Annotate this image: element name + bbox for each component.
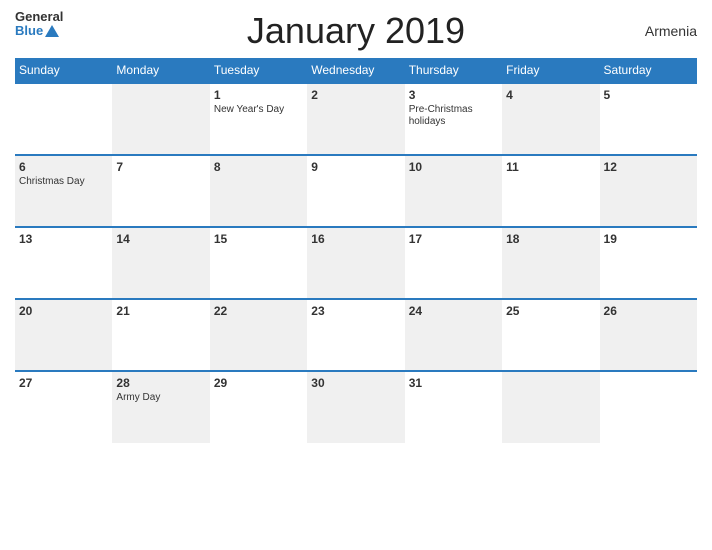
logo-blue-text: Blue — [15, 24, 43, 38]
header-monday: Monday — [112, 58, 209, 83]
day-event: Pre-Christmas holidays — [409, 104, 498, 128]
calendar-day-cell: 15 — [210, 227, 307, 299]
calendar-day-cell: 20 — [15, 299, 112, 371]
calendar-day-cell — [112, 83, 209, 155]
calendar-day-cell: 19 — [600, 227, 697, 299]
day-number: 12 — [604, 160, 693, 174]
calendar-week-row: 1 New Year's Day 23 Pre-Christmas holidays 4… — [15, 83, 697, 155]
calendar-day-cell: 31 — [405, 371, 502, 443]
calendar-day-cell: 1 New Year's Day — [210, 83, 307, 155]
calendar-day-cell: 21 — [112, 299, 209, 371]
day-number: 9 — [311, 160, 400, 174]
day-number: 4 — [506, 88, 595, 102]
calendar-day-cell: 11 — [502, 155, 599, 227]
day-number: 15 — [214, 232, 303, 246]
calendar-day-cell: 4 — [502, 83, 599, 155]
calendar-body: 1 New Year's Day 23 Pre-Christmas holidays 4… — [15, 83, 697, 443]
month-title: January 2019 — [247, 10, 465, 52]
day-number: 29 — [214, 376, 303, 390]
calendar-day-cell: 26 — [600, 299, 697, 371]
day-number: 6 — [19, 160, 108, 174]
calendar-day-cell: 23 — [307, 299, 404, 371]
day-number: 1 — [214, 88, 303, 102]
calendar-day-cell: 8 — [210, 155, 307, 227]
header-tuesday: Tuesday — [210, 58, 307, 83]
calendar-header: General Blue January 2019 Armenia — [15, 10, 697, 52]
day-number: 24 — [409, 304, 498, 318]
calendar-day-cell: 5 — [600, 83, 697, 155]
calendar-week-row: 6 Christmas Day 789 10 11 12 — [15, 155, 697, 227]
day-number: 23 — [311, 304, 400, 318]
calendar-day-cell: 16 — [307, 227, 404, 299]
day-number: 27 — [19, 376, 108, 390]
calendar-day-cell: 7 — [112, 155, 209, 227]
calendar-day-cell: 2 — [307, 83, 404, 155]
day-number: 26 — [604, 304, 693, 318]
header-thursday: Thursday — [405, 58, 502, 83]
calendar-day-cell: 27 — [15, 371, 112, 443]
day-number: 18 — [506, 232, 595, 246]
calendar-day-cell: 9 — [307, 155, 404, 227]
day-number: 8 — [214, 160, 303, 174]
header-friday: Friday — [502, 58, 599, 83]
header-sunday: Sunday — [15, 58, 112, 83]
calendar-day-cell: 12 — [600, 155, 697, 227]
calendar-day-cell: 14 — [112, 227, 209, 299]
calendar-day-cell: 30 — [307, 371, 404, 443]
calendar-day-cell — [15, 83, 112, 155]
day-number: 17 — [409, 232, 498, 246]
calendar-week-row: 27 28 Army Day 29 30 31 — [15, 371, 697, 443]
day-number: 30 — [311, 376, 400, 390]
calendar-wrapper: General Blue January 2019 Armenia Sunday… — [0, 0, 712, 550]
calendar-day-cell: 17 — [405, 227, 502, 299]
day-number: 28 — [116, 376, 205, 390]
logo-triangle-icon — [45, 25, 59, 37]
logo: General Blue — [15, 10, 63, 39]
day-number: 7 — [116, 160, 205, 174]
header-wednesday: Wednesday — [307, 58, 404, 83]
calendar-day-cell: 25 — [502, 299, 599, 371]
logo-general-text: General — [15, 10, 63, 24]
calendar-day-cell: 10 — [405, 155, 502, 227]
day-event: New Year's Day — [214, 104, 303, 116]
day-number: 13 — [19, 232, 108, 246]
calendar-day-cell: 22 — [210, 299, 307, 371]
calendar-day-cell — [502, 371, 599, 443]
weekday-header-row: Sunday Monday Tuesday Wednesday Thursday… — [15, 58, 697, 83]
day-number: 20 — [19, 304, 108, 318]
day-number: 3 — [409, 88, 498, 102]
day-number: 16 — [311, 232, 400, 246]
day-number: 21 — [116, 304, 205, 318]
calendar-day-cell — [600, 371, 697, 443]
day-number: 19 — [604, 232, 693, 246]
day-number: 22 — [214, 304, 303, 318]
day-event: Army Day — [116, 392, 205, 404]
calendar-day-cell: 6 Christmas Day — [15, 155, 112, 227]
calendar-day-cell: 18 — [502, 227, 599, 299]
day-number: 10 — [409, 160, 498, 174]
day-number: 2 — [311, 88, 400, 102]
calendar-week-row: 13 14 15 16 17 18 19 — [15, 227, 697, 299]
day-number: 11 — [506, 160, 595, 174]
day-number: 25 — [506, 304, 595, 318]
calendar-table: Sunday Monday Tuesday Wednesday Thursday… — [15, 58, 697, 443]
calendar-day-cell: 24 — [405, 299, 502, 371]
day-event: Christmas Day — [19, 176, 108, 188]
header-saturday: Saturday — [600, 58, 697, 83]
day-number: 14 — [116, 232, 205, 246]
calendar-week-row: 20 21 22 23 24 25 26 — [15, 299, 697, 371]
day-number: 5 — [604, 88, 693, 102]
calendar-day-cell: 28 Army Day — [112, 371, 209, 443]
calendar-day-cell: 29 — [210, 371, 307, 443]
calendar-day-cell: 3 Pre-Christmas holidays — [405, 83, 502, 155]
country-label: Armenia — [645, 23, 697, 39]
calendar-day-cell: 13 — [15, 227, 112, 299]
day-number: 31 — [409, 376, 498, 390]
